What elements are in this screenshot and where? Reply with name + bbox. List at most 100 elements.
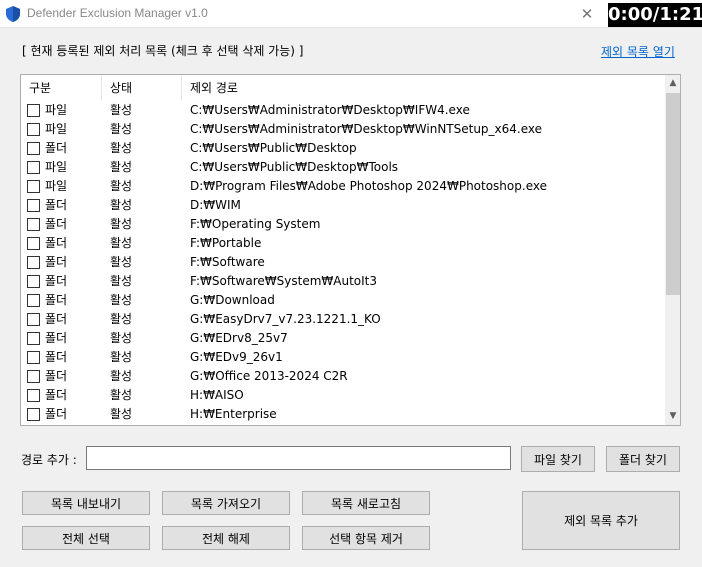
row-path: G:₩Office 2013-2024 C2R <box>190 369 348 383</box>
row-state: 활성 <box>110 274 133 288</box>
row-state: 활성 <box>110 312 133 326</box>
row-state: 활성 <box>110 293 133 307</box>
list-item[interactable]: 폴더 활성 F:₩Portable <box>21 234 665 253</box>
row-type: 폴더 <box>45 255 68 269</box>
close-icon[interactable]: ✕ <box>577 4 597 24</box>
list-item[interactable]: 폴더 활성 D:₩WIM <box>21 196 665 215</box>
list-item[interactable]: 폴더 활성 F:₩Operating System <box>21 215 665 234</box>
row-checkbox[interactable] <box>27 142 40 155</box>
row-checkbox[interactable] <box>27 370 40 383</box>
list-item[interactable]: 폴더 활성 G:₩EasyDrv7_v7.23.1221.1_KO <box>21 310 665 329</box>
refresh-list-button[interactable]: 목록 새로고침 <box>302 491 430 515</box>
row-type: 폴더 <box>45 217 68 231</box>
row-type: 폴더 <box>45 331 68 345</box>
row-checkbox[interactable] <box>27 123 40 136</box>
row-checkbox[interactable] <box>27 275 40 288</box>
path-input[interactable] <box>86 446 511 470</box>
timer-badge: 0:00/1:21 <box>608 3 702 27</box>
list-item[interactable]: 폴더 활성 G:₩Office 2013-2024 C2R <box>21 367 665 386</box>
section-title: [ 현재 등록된 제외 처리 목록 (체크 후 선택 삭제 가능) ] <box>22 44 304 58</box>
row-checkbox[interactable] <box>27 104 40 117</box>
row-path: G:₩EDv9_26v1 <box>190 350 283 364</box>
row-state: 활성 <box>110 122 133 136</box>
row-state: 활성 <box>110 369 133 383</box>
row-checkbox[interactable] <box>27 237 40 250</box>
row-type: 폴더 <box>45 369 68 383</box>
scrollbar-thumb[interactable] <box>666 93 680 295</box>
row-checkbox[interactable] <box>27 332 40 345</box>
row-type: 폴더 <box>45 236 68 250</box>
open-exclusion-list-link[interactable]: 제외 목록 열기 <box>601 43 675 60</box>
row-checkbox[interactable] <box>27 408 40 421</box>
export-list-button[interactable]: 목록 내보내기 <box>22 491 150 515</box>
row-type: 파일 <box>45 179 68 193</box>
row-path: F:₩Software <box>190 255 265 269</box>
row-state: 활성 <box>110 179 133 193</box>
row-type: 폴더 <box>45 293 68 307</box>
row-checkbox[interactable] <box>27 313 40 326</box>
row-checkbox[interactable] <box>27 389 40 402</box>
row-state: 활성 <box>110 198 133 212</box>
row-type: 파일 <box>45 103 68 117</box>
row-checkbox[interactable] <box>27 218 40 231</box>
row-type: 폴더 <box>45 274 68 288</box>
find-file-button[interactable]: 파일 찾기 <box>521 446 595 472</box>
deselect-all-button[interactable]: 전체 해제 <box>162 526 290 550</box>
list-item[interactable]: 폴더 활성 G:₩Download <box>21 291 665 310</box>
row-path: F:₩Portable <box>190 236 262 250</box>
row-type: 폴더 <box>45 350 68 364</box>
vertical-scrollbar[interactable]: ▲ ▼ <box>665 75 680 425</box>
list-item[interactable]: 파일 활성 D:₩Program Files₩Adobe Photoshop 202… <box>21 177 665 196</box>
row-state: 활성 <box>110 407 133 421</box>
row-state: 활성 <box>110 103 133 117</box>
list-item[interactable]: 폴더 활성 H:₩AISO <box>21 386 665 405</box>
row-type: 폴더 <box>45 312 68 326</box>
column-header-path[interactable]: 제외 경로 <box>182 75 665 100</box>
list-item[interactable]: 폴더 활성 G:₩EDrv8_25v7 <box>21 329 665 348</box>
row-path: F:₩Software₩System₩AutoIt3 <box>190 274 377 288</box>
list-item[interactable]: 폴더 활성 F:₩Software <box>21 253 665 272</box>
row-path: H:₩Enterprise <box>190 407 277 421</box>
shield-icon <box>6 6 20 22</box>
row-checkbox[interactable] <box>27 294 40 307</box>
row-path: C:₩Users₩Public₩Desktop <box>190 141 357 155</box>
row-checkbox[interactable] <box>27 199 40 212</box>
row-type: 폴더 <box>45 388 68 402</box>
list-item[interactable]: 폴더 활성 C:₩Users₩Public₩Desktop <box>21 139 665 158</box>
row-checkbox[interactable] <box>27 161 40 174</box>
list-item[interactable]: 파일 활성 C:₩Users₩Public₩Desktop₩Tools <box>21 158 665 177</box>
row-type: 폴더 <box>45 198 68 212</box>
list-header: 구분 상태 제외 경로 <box>21 75 665 100</box>
list-item[interactable]: 파일 활성 C:₩Users₩Administrator₩Desktop₩IFW4.… <box>21 101 665 120</box>
add-exclusion-button[interactable]: 제외 목록 추가 <box>522 491 680 550</box>
exclusion-list[interactable]: 구분 상태 제외 경로 파일 활성 C:₩Users₩Administrator₩D… <box>20 74 681 426</box>
list-item[interactable]: 폴더 활성 F:₩Software₩System₩AutoIt3 <box>21 272 665 291</box>
import-list-button[interactable]: 목록 가져오기 <box>162 491 290 515</box>
row-state: 활성 <box>110 388 133 402</box>
row-type: 폴더 <box>45 407 68 421</box>
scroll-down-icon[interactable]: ▼ <box>665 408 680 425</box>
row-state: 활성 <box>110 141 133 155</box>
column-header-type[interactable]: 구분 <box>21 75 102 100</box>
row-checkbox[interactable] <box>27 256 40 269</box>
row-state: 활성 <box>110 236 133 250</box>
row-type: 파일 <box>45 160 68 174</box>
row-state: 활성 <box>110 217 133 231</box>
column-header-state[interactable]: 상태 <box>102 75 182 100</box>
title-bar: Defender Exclusion Manager v1.0 ✕ <box>0 0 702 28</box>
path-add-label: 경로 추가 : <box>21 453 77 467</box>
row-checkbox[interactable] <box>27 180 40 193</box>
row-state: 활성 <box>110 255 133 269</box>
row-state: 활성 <box>110 331 133 345</box>
scroll-up-icon[interactable]: ▲ <box>665 75 680 92</box>
row-type: 파일 <box>45 122 68 136</box>
list-item[interactable]: 폴더 활성 H:₩Enterprise <box>21 405 665 424</box>
list-item[interactable]: 파일 활성 C:₩Users₩Administrator₩Desktop₩WinNT… <box>21 120 665 139</box>
find-folder-button[interactable]: 폴더 찾기 <box>606 446 680 472</box>
select-all-button[interactable]: 전체 선택 <box>22 526 150 550</box>
list-item[interactable]: 폴더 활성 G:₩EDv9_26v1 <box>21 348 665 367</box>
row-checkbox[interactable] <box>27 351 40 364</box>
row-path: C:₩Users₩Administrator₩Desktop₩IFW4.exe <box>190 103 470 117</box>
row-type: 폴더 <box>45 141 68 155</box>
remove-selected-button[interactable]: 선택 항목 제거 <box>302 526 430 550</box>
